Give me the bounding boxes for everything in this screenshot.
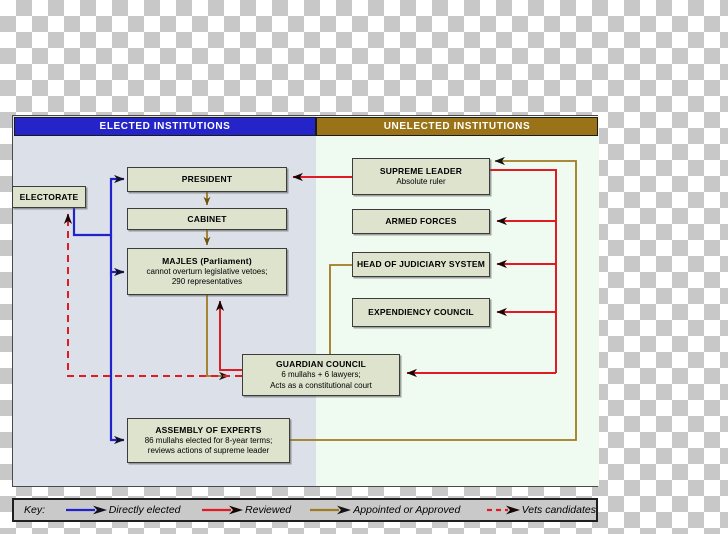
node-guardian-council[interactable]: GUARDIAN COUNCIL 6 mullahs + 6 lawyers; …: [242, 354, 400, 396]
node-electorate[interactable]: ELECTORATE: [12, 186, 86, 208]
flowchart-figure: ELECTED INSTITUTIONS UNELECTED INSTITUTI…: [12, 115, 599, 487]
legend-label-directly-elected: Directly elected: [108, 504, 181, 516]
node-head-of-judiciary-system-title: HEAD OF JUDICIARY SYSTEM: [356, 259, 486, 269]
node-expediency-council-title: EXPENDIENCY COUNCIL: [368, 307, 474, 317]
node-supreme-leader-line-1: Absolute ruler: [396, 176, 446, 186]
node-armed-forces-title: ARMED FORCES: [385, 216, 457, 226]
node-supreme-leader-title: SUPREME LEADER: [379, 165, 463, 176]
unelected-institutions-header-label: UNELECTED INSTITUTIONS: [383, 121, 531, 132]
node-majles-line-2: 290 representatives: [171, 277, 243, 286]
node-president-title: PRESIDENT: [181, 174, 233, 184]
node-expediency-council[interactable]: EXPENDIENCY COUNCIL: [352, 298, 490, 327]
node-armed-forces[interactable]: ARMED FORCES: [352, 209, 490, 234]
node-president[interactable]: PRESIDENT: [127, 167, 287, 192]
node-supreme-leader[interactable]: SUPREME LEADER Absolute ruler: [352, 158, 490, 195]
node-electorate-title: ELECTORATE: [19, 191, 79, 202]
legend-arrow-vets-candidates-icon: [486, 505, 520, 515]
elected-institutions-header: ELECTED INSTITUTIONS: [14, 117, 316, 136]
diagram-stage: ELECTED INSTITUTIONS UNELECTED INSTITUTI…: [0, 0, 728, 534]
legend-arrow-reviewed-icon: [202, 505, 244, 515]
legend-item-appointed-or-approved: Appointed or Approved: [309, 504, 460, 516]
node-majles-title: MAJLES (Parliament): [162, 255, 252, 266]
node-guardian-council-line-1: 6 mullahs + 6 lawyers;: [281, 370, 361, 379]
node-guardian-council-title: GUARDIAN COUNCIL: [275, 359, 367, 369]
legend-label-appointed-or-approved: Appointed or Approved: [353, 504, 461, 516]
node-assembly-of-experts[interactable]: ASSEMBLY OF EXPERTS 86 mullahs elected f…: [127, 418, 290, 463]
node-cabinet-title: CABINET: [187, 213, 227, 224]
node-assembly-of-experts-line-2: reviews actions of supreme leader: [147, 446, 270, 455]
legend-key-label: Key:: [24, 504, 46, 516]
legend-item-directly-elected: Directly elected: [65, 504, 181, 516]
node-cabinet[interactable]: CABINET: [127, 208, 287, 230]
node-majles-line-1: cannot overturn legislative vetoes;: [146, 266, 268, 276]
node-majles[interactable]: MAJLES (Parliament) cannot overturn legi…: [127, 248, 287, 295]
legend-label-vets-candidates: Vets candidates: [521, 504, 596, 516]
node-head-of-judiciary-system[interactable]: HEAD OF JUDICIARY SYSTEM: [352, 252, 490, 277]
legend-arrow-directly-elected-icon: [65, 505, 107, 515]
legend-arrow-appointed-icon: [310, 505, 352, 515]
legend-item-reviewed: Reviewed: [201, 504, 291, 516]
node-guardian-council-line-2: Acts as a constitutional court: [270, 380, 372, 390]
node-assembly-of-experts-title: ASSEMBLY OF EXPERTS: [155, 424, 262, 435]
legend-key-bar: Key: Directly elected Reviewed Appointed…: [12, 498, 598, 522]
legend-item-vets-candidates: Vets candidates: [486, 504, 596, 516]
legend-label-reviewed: Reviewed: [245, 504, 292, 516]
node-assembly-of-experts-line-1: 86 mullahs elected for 8-year terms;: [144, 435, 273, 445]
elected-institutions-header-label: ELECTED INSTITUTIONS: [99, 121, 231, 132]
unelected-institutions-header: UNELECTED INSTITUTIONS: [316, 117, 598, 136]
